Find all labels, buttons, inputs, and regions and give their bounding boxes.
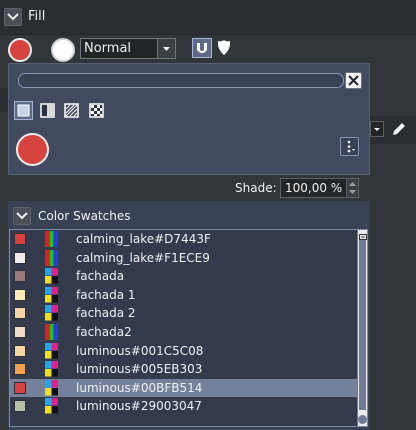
- background-panel-strip: [0, 88, 8, 112]
- swatch-row[interactable]: luminous#005EB303: [10, 360, 358, 379]
- scrollbar[interactable]: [357, 230, 367, 426]
- swatch-name: fachada2: [76, 325, 132, 339]
- swatch-name: fachada 2: [76, 306, 136, 321]
- rgb-model-icon: [45, 231, 58, 247]
- swatch-name: fachada: [76, 269, 125, 284]
- fill-collapse-button[interactable]: [4, 8, 22, 26]
- scroll-up-icon[interactable]: [359, 230, 367, 240]
- cmyk-model-icon: [45, 379, 58, 396]
- scroll-down-icon[interactable]: [358, 415, 367, 424]
- color-swatches-panel: Color Swatches calming_lake#D7443F calmin…: [8, 201, 370, 430]
- swatch-row[interactable]: fachada2: [10, 323, 358, 342]
- swatch-row[interactable]: luminous#29003047: [10, 397, 358, 416]
- background-tool-row: [370, 116, 416, 144]
- swatch-name: calming_lake#D7443F: [76, 232, 211, 246]
- swatches-title: Color Swatches: [38, 209, 131, 223]
- shade-spinbox[interactable]: 100,00 %: [280, 178, 359, 198]
- swatch-name: luminous#001C5C08: [76, 343, 204, 358]
- solid-fill-mode-button[interactable]: [14, 101, 33, 120]
- swatch-chip: [14, 233, 26, 245]
- rgb-model-icon: [45, 249, 58, 266]
- cmyk-model-icon: [45, 286, 58, 303]
- selected-color-preview[interactable]: [16, 133, 49, 166]
- swatch-row[interactable]: fachada 1: [10, 286, 358, 305]
- swatch-name: fachada 1: [76, 287, 136, 302]
- pattern-toggle-button[interactable]: [192, 38, 212, 58]
- swatch-chip: [14, 288, 26, 301]
- swatch-chip: [14, 381, 26, 394]
- shade-value: 100,00 %: [285, 181, 343, 195]
- primary-color-button[interactable]: [8, 38, 32, 62]
- cmyk-model-icon: [45, 305, 58, 321]
- background-dropdown[interactable]: [370, 121, 384, 137]
- fill-title: Fill: [28, 9, 46, 24]
- shield-icon: [217, 40, 231, 55]
- swatch-row[interactable]: calming_lake#D7443F: [10, 230, 358, 249]
- more-options-icon: [347, 140, 355, 153]
- secondary-color-button[interactable]: [51, 38, 75, 62]
- chevron-down-icon: [157, 39, 175, 58]
- edit-button[interactable]: [390, 120, 408, 138]
- scroll-thumb[interactable]: [359, 240, 366, 410]
- swatch-chip: [14, 363, 26, 376]
- chevron-down-icon: [7, 13, 19, 21]
- swatch-name: calming_lake#F1ECE9: [76, 250, 210, 265]
- swatch-chip: [14, 326, 26, 338]
- swatch-name: luminous#00BFB514: [76, 380, 203, 395]
- swatch-row[interactable]: fachada 2: [10, 304, 358, 323]
- blend-mode-value: Normal: [84, 41, 132, 56]
- swatch-name: luminous#005EB303: [76, 362, 203, 377]
- blend-mode-select[interactable]: Normal: [80, 38, 176, 59]
- transparent-mode-button[interactable]: [87, 101, 106, 120]
- chevron-down-icon: [374, 128, 380, 131]
- chevron-down-icon: [16, 212, 28, 220]
- cmyk-model-icon: [45, 342, 58, 359]
- swatch-chip: [14, 400, 26, 413]
- color-popup: [8, 63, 370, 175]
- swatch-row[interactable]: luminous#001C5C08: [10, 342, 358, 361]
- pencil-icon: [393, 123, 405, 135]
- swatch-chip: [14, 344, 26, 357]
- popup-menu-button[interactable]: [340, 137, 359, 156]
- mask-toggle-button[interactable]: [216, 38, 234, 58]
- fill-header: Fill: [0, 0, 416, 35]
- swatch-row[interactable]: fachada: [10, 267, 358, 286]
- swatch-row[interactable]: luminous#00BFB514: [10, 378, 358, 398]
- swatch-row[interactable]: calming_lake#F1ECE9: [10, 249, 358, 268]
- swatches-collapse-button[interactable]: [13, 207, 31, 225]
- swatch-chip: [14, 307, 26, 320]
- rgb-model-icon: [45, 324, 58, 340]
- close-icon: [348, 75, 359, 86]
- clear-search-button[interactable]: [345, 72, 362, 89]
- cmyk-model-icon: [45, 398, 58, 414]
- pattern-icon: [64, 103, 79, 118]
- shade-label: Shade:: [235, 181, 277, 195]
- search-input[interactable]: [18, 73, 344, 88]
- cmyk-model-icon: [45, 361, 58, 377]
- gradient-icon: [40, 103, 55, 118]
- swatch-name: luminous#29003047: [76, 399, 202, 414]
- pattern-mode-button[interactable]: [62, 101, 81, 120]
- solid-fill-icon: [17, 104, 30, 117]
- swatch-chip: [14, 270, 26, 283]
- cmyk-model-icon: [45, 268, 58, 284]
- checkerboard-icon: [89, 103, 104, 118]
- swatch-list[interactable]: calming_lake#D7443F calming_lake#F1ECE9fa…: [9, 229, 368, 427]
- spin-arrows-icon[interactable]: [346, 179, 358, 197]
- swatch-chip: [14, 251, 26, 264]
- gradient-mode-button[interactable]: [38, 101, 57, 120]
- gradient-tool-icon: [197, 43, 207, 53]
